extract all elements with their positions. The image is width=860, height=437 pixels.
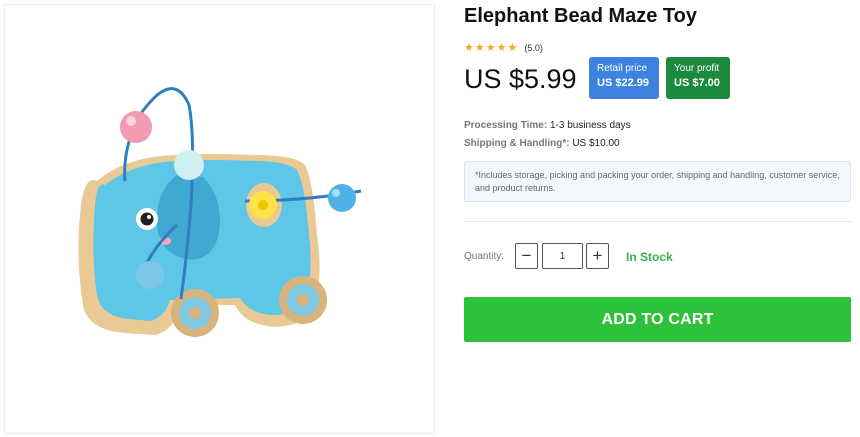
profit-value: US $7.00 <box>674 77 720 89</box>
profit-label: Your profit <box>674 63 720 74</box>
processing-time: Processing Time: 1-3 business days <box>464 120 631 131</box>
shipping-note: *Includes storage, picking and packing y… <box>464 161 851 202</box>
product-rating: ★ ★ ★ ★ ★ (5.0) <box>464 42 543 54</box>
product-title: Elephant Bead Maze Toy <box>464 5 698 27</box>
quantity-label: Quantity: <box>464 251 505 262</box>
star-icon: ★ <box>464 42 474 54</box>
retail-price-badge: Retail price US $22.99 <box>589 57 659 99</box>
retail-price-value: US $22.99 <box>597 77 649 89</box>
star-icon: ★ <box>507 42 518 54</box>
add-to-cart-button[interactable]: ADD TO CART <box>464 297 851 342</box>
quantity-input[interactable]: 1 <box>542 243 583 269</box>
shipping-handling: Shipping & Handling*: US $10.00 <box>464 138 620 149</box>
quantity-decrease-button[interactable]: − <box>515 243 538 269</box>
divider <box>464 221 851 222</box>
retail-price-label: Retail price <box>597 63 648 74</box>
product-image-panel[interactable] <box>4 4 435 434</box>
star-icon: ★ <box>496 42 507 54</box>
processing-time-label: Processing Time: <box>464 120 548 131</box>
star-icon: ★ <box>485 42 496 54</box>
elephant-bead-maze-toy-image <box>78 87 362 337</box>
profit-badge: Your profit US $7.00 <box>666 57 730 99</box>
rating-value: (5.0) <box>524 43 543 53</box>
shipping-value: US $10.00 <box>572 138 620 149</box>
shipping-label: Shipping & Handling*: <box>464 138 570 149</box>
stock-status: In Stock <box>626 250 673 264</box>
star-icon: ★ <box>474 42 485 54</box>
processing-time-value: 1-3 business days <box>549 120 631 131</box>
product-price: US $5.99 <box>464 64 577 94</box>
quantity-increase-button[interactable]: + <box>586 243 609 269</box>
